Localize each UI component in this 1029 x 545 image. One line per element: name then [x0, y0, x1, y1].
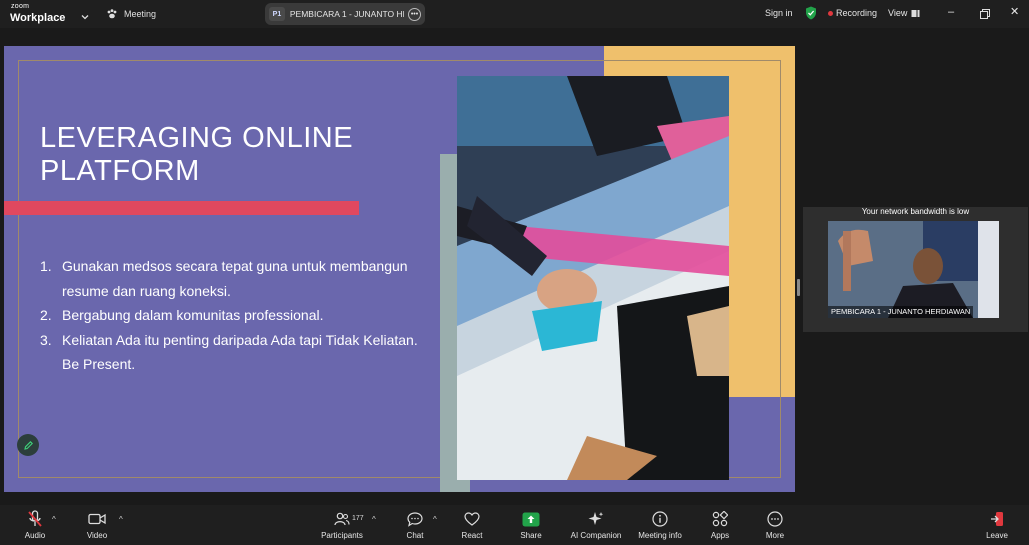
apps-label: Apps: [710, 531, 730, 540]
chat-bubble-icon: [407, 507, 423, 531]
participant-video-tile[interactable]: Your network bandwidth is low PEMBICARA …: [803, 207, 1028, 332]
heart-icon: [464, 507, 480, 531]
leave-label: Leave: [986, 531, 1008, 540]
list-number: 1.: [40, 258, 52, 274]
video-options-caret-icon[interactable]: ^: [119, 515, 123, 524]
audio-options-caret-icon[interactable]: ^: [52, 515, 56, 524]
speaker-tab-name: PEMBICARA 1 - JUNANTO HERDIAWAN: [289, 9, 404, 19]
shared-screen-slide: LEVERAGING ONLINE PLATFORM 1. Gunakan me…: [4, 46, 795, 492]
slide-title-line-1: LEVERAGING ONLINE: [40, 122, 354, 154]
more-label: More: [765, 531, 785, 540]
recording-dot-icon: [828, 10, 833, 16]
sparkle-icon: [588, 507, 604, 531]
info-icon: [652, 507, 668, 531]
slide-photo-surfboard: [457, 76, 729, 480]
list-item: 1. Gunakan medsos secara tepat guna untu…: [40, 254, 425, 303]
share-label: Share: [520, 531, 542, 540]
speaker-tab[interactable]: P1 PEMBICARA 1 - JUNANTO HERDIAWAN •••: [265, 3, 425, 25]
more-options-icon[interactable]: •••: [408, 7, 421, 21]
view-button[interactable]: View: [888, 8, 920, 18]
sign-in-link[interactable]: Sign in: [765, 8, 793, 18]
participants-label: Participants: [321, 531, 363, 540]
title-bar: zoom Workplace Meeting P1 PEMBICARA 1 - …: [0, 0, 1029, 28]
list-number: 2.: [40, 307, 52, 323]
security-shield-icon[interactable]: [805, 6, 817, 25]
list-item-text: Gunakan medsos secara tepat guna untuk m…: [62, 258, 408, 299]
share-button[interactable]: Share: [518, 507, 544, 545]
view-label: View: [888, 8, 908, 18]
zoom-logo-small: zoom: [11, 3, 30, 10]
share-screen-icon: [522, 507, 540, 531]
participant-video: PEMBICARA 1 - JUNANTO HERDIAWAN: [828, 221, 999, 318]
speaker-badge: P1: [269, 7, 285, 21]
more-button[interactable]: More: [763, 507, 787, 545]
leave-button[interactable]: Leave: [985, 507, 1009, 545]
video-camera-icon: [88, 507, 106, 531]
meeting-menu-button[interactable]: Meeting: [106, 6, 156, 22]
meeting-info-label: Meeting info: [638, 531, 682, 540]
video-label: Video: [86, 531, 108, 540]
annotate-pen-icon[interactable]: [17, 434, 39, 456]
chat-options-caret-icon[interactable]: ^: [433, 515, 437, 524]
recording-label: Recording: [836, 8, 878, 18]
slide-title-line-2: PLATFORM: [40, 155, 200, 187]
chevron-down-icon[interactable]: [81, 8, 89, 26]
chat-label: Chat: [406, 531, 424, 540]
zoom-workplace-logo: Workplace: [10, 12, 66, 24]
minimize-icon[interactable]: –: [948, 6, 954, 18]
restore-window-icon[interactable]: [980, 6, 990, 24]
audio-button[interactable]: Audio: [22, 507, 48, 545]
apps-button[interactable]: Apps: [708, 507, 732, 545]
list-item-text: Keliatan Ada itu penting daripada Ada ta…: [62, 331, 418, 373]
ai-companion-label: AI Companion: [570, 531, 622, 540]
participants-options-caret-icon[interactable]: ^: [372, 515, 376, 524]
view-layout-icon: [911, 9, 920, 17]
bandwidth-warning: Your network bandwidth is low: [861, 207, 970, 216]
audio-label: Audio: [24, 531, 46, 540]
panel-splitter-handle[interactable]: [797, 279, 800, 296]
meeting-toolbar: Audio ^ Video ^ Participants 177 ^ Chat …: [0, 505, 1029, 545]
list-item: 3. Keliatan Ada itu penting daripada Ada…: [40, 328, 425, 377]
participants-icon: [334, 507, 350, 531]
microphone-muted-icon: [27, 507, 43, 531]
chat-button[interactable]: Chat: [404, 507, 426, 545]
meeting-label: Meeting: [124, 9, 157, 19]
participants-count: 177: [352, 515, 364, 522]
slide-accent-bar: [4, 201, 359, 215]
list-number: 3.: [40, 331, 52, 348]
list-item-text: Bergabung dalam komunitas professional.: [62, 307, 324, 323]
participant-name-label: PEMBICARA 1 - JUNANTO HERDIAWAN: [828, 306, 974, 318]
recording-indicator[interactable]: Recording: [828, 8, 877, 18]
meeting-info-button[interactable]: Meeting info: [636, 507, 684, 545]
react-label: React: [461, 531, 483, 540]
slide-title: LEVERAGING ONLINE PLATFORM: [40, 122, 353, 188]
react-button[interactable]: React: [460, 507, 484, 545]
slide-bullet-list: 1. Gunakan medsos secara tepat guna untu…: [40, 254, 425, 377]
more-dots-icon: [767, 507, 783, 531]
close-icon[interactable]: ✕: [1010, 5, 1019, 18]
apps-grid-icon: [712, 507, 728, 531]
participants-button[interactable]: Participants: [320, 507, 364, 545]
leave-door-icon: [989, 507, 1005, 531]
ai-companion-button[interactable]: AI Companion: [568, 507, 624, 545]
video-button[interactable]: Video: [85, 507, 109, 545]
list-item: 2. Bergabung dalam komunitas professiona…: [40, 303, 425, 328]
paw-icon: [107, 9, 117, 19]
